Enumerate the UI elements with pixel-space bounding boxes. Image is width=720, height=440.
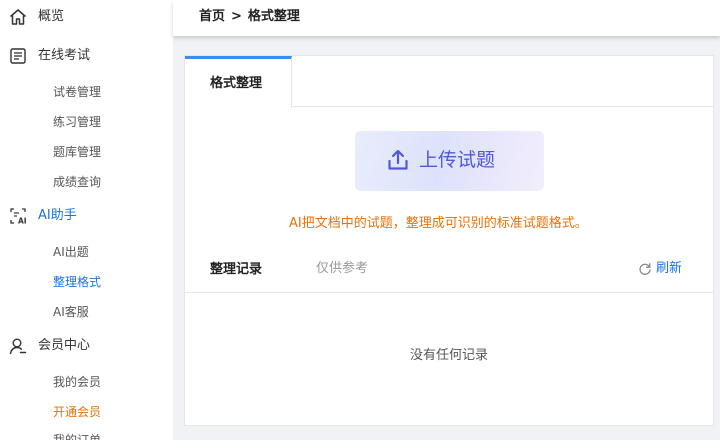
records-title: 整理记录	[210, 262, 263, 277]
breadcrumb-separator: >	[231, 9, 242, 24]
sidebar-item-open-membership[interactable]: 开通会员	[53, 404, 101, 420]
sidebar-item-label: 概览	[38, 9, 65, 24]
svg-text:AI: AI	[18, 217, 27, 226]
format-tidy-panel: 格式整理 上传试题 AI把文档中的试题，整理成可识别的标准试题格式。 整理记录 …	[184, 55, 714, 426]
tab-format-tidy[interactable]: 格式整理	[185, 56, 292, 108]
sidebar-group-label: 会员中心	[38, 338, 91, 353]
sidebar-item-score-query[interactable]: 成绩查询	[53, 174, 101, 190]
upload-questions-button[interactable]: 上传试题	[355, 131, 544, 191]
sidebar-group-ai-assistant[interactable]: AI AI助手	[0, 201, 173, 231]
records-header: 整理记录 仅供参考 刷新	[185, 249, 713, 293]
sidebar-group-label: 在线考试	[38, 48, 91, 63]
sidebar-group-member-center[interactable]: 会员中心	[0, 331, 173, 361]
refresh-icon	[639, 263, 651, 275]
refresh-label: 刷新	[656, 261, 683, 276]
records-note: 仅供参考	[316, 261, 369, 276]
empty-records-message: 没有任何记录	[409, 348, 488, 363]
tab-label: 格式整理	[210, 76, 263, 91]
sidebar-item-practice-management[interactable]: 练习管理	[53, 114, 101, 130]
sidebar-item-format-tidy[interactable]: 整理格式	[53, 274, 101, 290]
sidebar-group-label: AI助手	[38, 208, 77, 223]
sidebar-item-ai-question[interactable]: AI出题	[53, 244, 89, 260]
sidebar-item-my-orders[interactable]: 我的订单	[53, 432, 101, 440]
sidebar-item-my-membership[interactable]: 我的会员	[53, 374, 101, 390]
sidebar-item-paper-management[interactable]: 试卷管理	[53, 84, 101, 100]
breadcrumb-home[interactable]: 首页	[199, 9, 225, 25]
header: 首页 > 格式整理	[173, 0, 720, 36]
sidebar-item-ai-support[interactable]: AI客服	[53, 304, 89, 320]
tab-bar: 格式整理	[185, 56, 713, 108]
upload-label: 上传试题	[419, 149, 496, 171]
breadcrumb: 首页 > 格式整理	[199, 9, 300, 25]
home-icon	[10, 9, 26, 25]
format-hint-text: AI把文档中的试题，整理成可识别的标准试题格式。	[289, 216, 588, 231]
user-icon	[9, 338, 27, 355]
sidebar-group-online-exam[interactable]: 在线考试	[0, 41, 173, 71]
sidebar: 概览 在线考试 试卷管理 练习管理 题库管理 成绩查询 AI AI助手 AI出题…	[0, 0, 173, 440]
sidebar-item-overview[interactable]: 概览	[0, 2, 173, 32]
ai-doc-icon: AI	[10, 208, 27, 226]
sidebar-item-question-bank[interactable]: 题库管理	[53, 144, 101, 160]
upload-icon	[388, 149, 408, 170]
breadcrumb-current: 格式整理	[247, 9, 300, 24]
exam-list-icon	[10, 48, 26, 64]
